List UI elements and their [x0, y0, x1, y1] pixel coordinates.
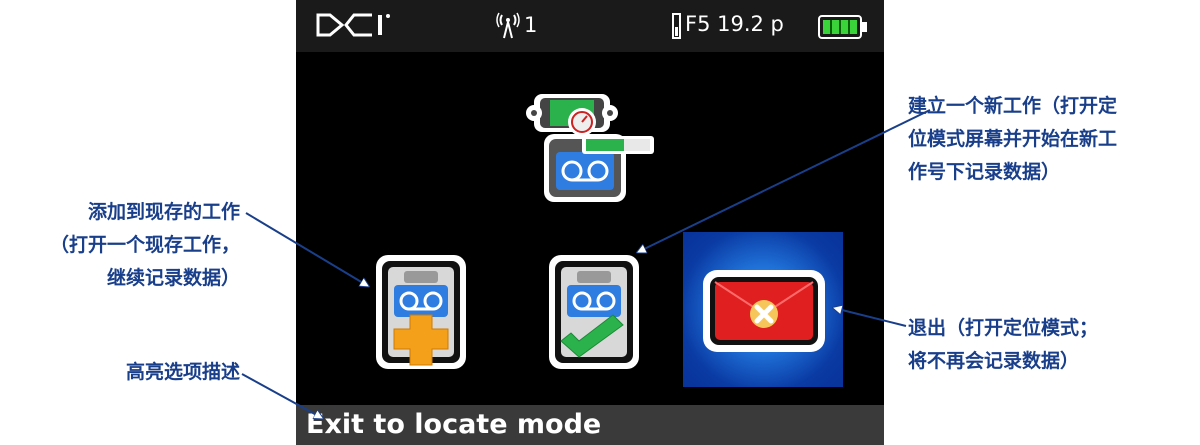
callout-arrows — [241, 109, 931, 445]
arrow-new-job — [638, 109, 931, 252]
arrow-exit — [834, 308, 907, 327]
arrow-highlight — [241, 373, 322, 418]
arrow-add-existing — [245, 212, 368, 286]
